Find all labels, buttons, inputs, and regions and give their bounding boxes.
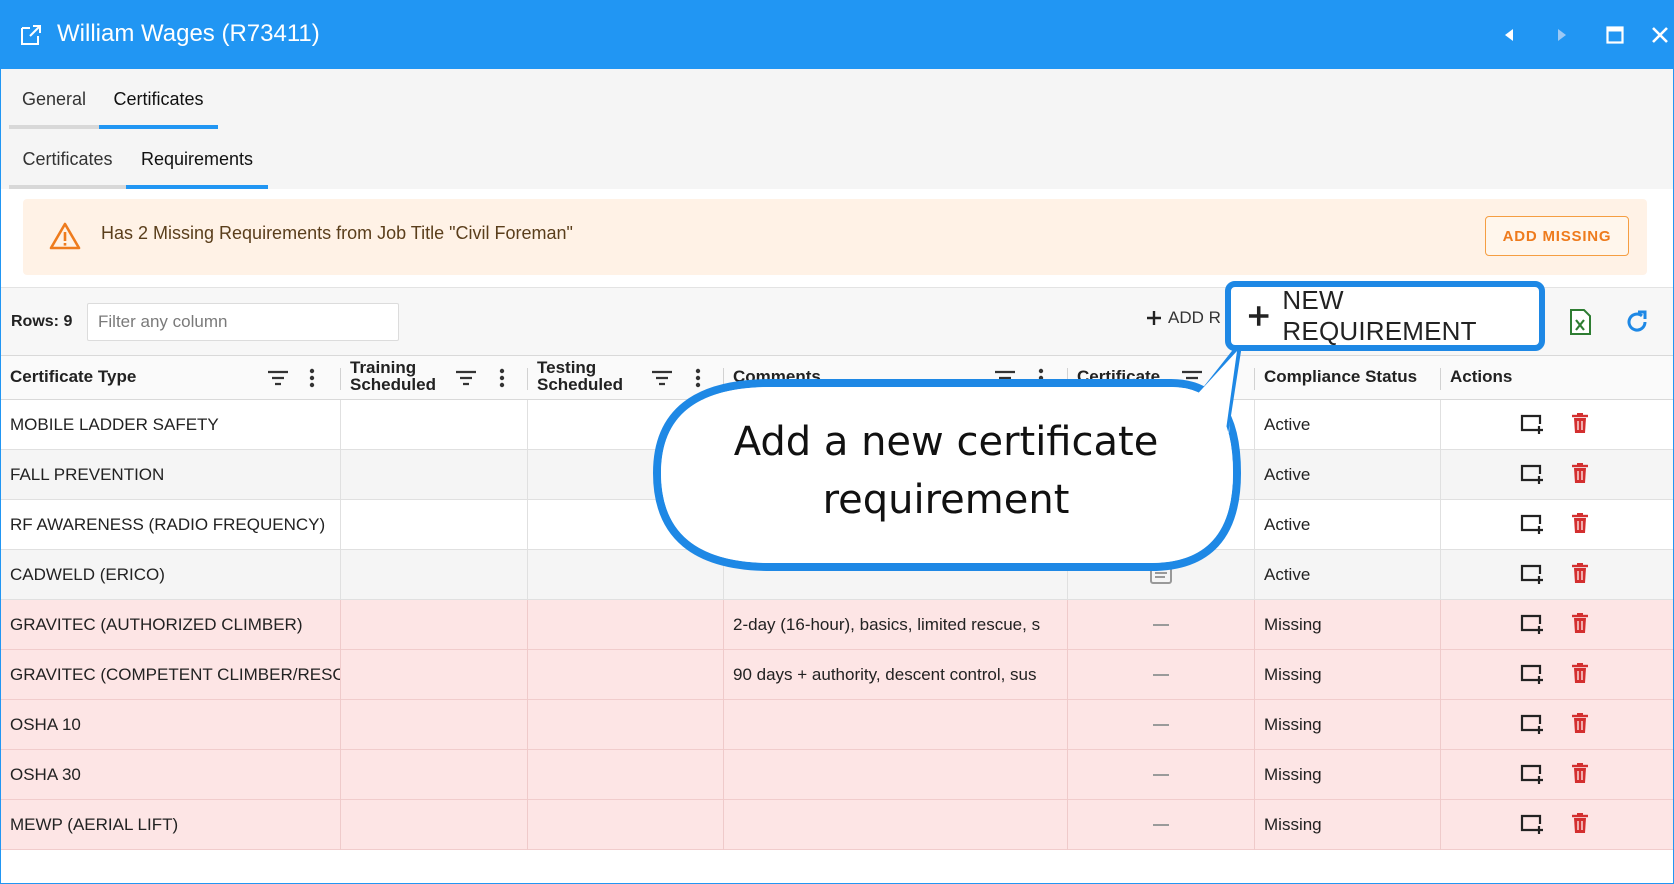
plus-icon bbox=[1248, 306, 1269, 326]
new-requirement-button[interactable]: NEW REQUIREMENT bbox=[1225, 281, 1545, 351]
callout-text: Add a new certificate requirement bbox=[733, 419, 1159, 523]
certificate-window: William Wages (R73411) General Certifica… bbox=[0, 0, 1674, 884]
new-requirement-label: NEW REQUIREMENT bbox=[1282, 285, 1477, 346]
